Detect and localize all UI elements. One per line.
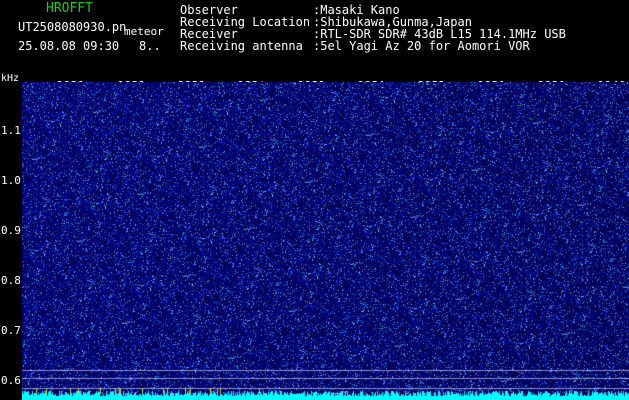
- freq-label: 1.0: [1, 174, 21, 187]
- datetime: 25.08.08 09:30: [18, 39, 120, 53]
- antenna-label: Receiving antenna: [180, 39, 303, 53]
- freq-label: 0.6: [1, 374, 21, 387]
- waterfall-spectrogram: [22, 82, 629, 400]
- freq-label: 1.1: [1, 124, 21, 137]
- antenna-value: :5el Yagi Az 20 for Aomori VOR: [313, 39, 530, 53]
- filename: UT2508080930.pn: [18, 20, 127, 34]
- freq-label: 0.7: [1, 324, 21, 337]
- meta-labels: Observer Receiving Location Receiver Rec…: [180, 4, 310, 52]
- header-panel: HROFFT UT2508080930.pn meteor 25.08.08 0…: [0, 0, 629, 78]
- meteor-tag: meteor: [124, 25, 164, 38]
- waterfall-canvas: [22, 82, 629, 400]
- freq-label: 0.9: [1, 224, 21, 237]
- app-title: HROFFT: [46, 1, 93, 16]
- meta-values: :Masaki Kano :Shibukawa,Gunma,Japan :RTL…: [313, 4, 566, 52]
- freq-axis: 1.1 1.0 0.9 0.8 0.7 0.6: [0, 82, 22, 400]
- freq-label: 0.8: [1, 274, 21, 287]
- counter: 8..: [139, 39, 161, 53]
